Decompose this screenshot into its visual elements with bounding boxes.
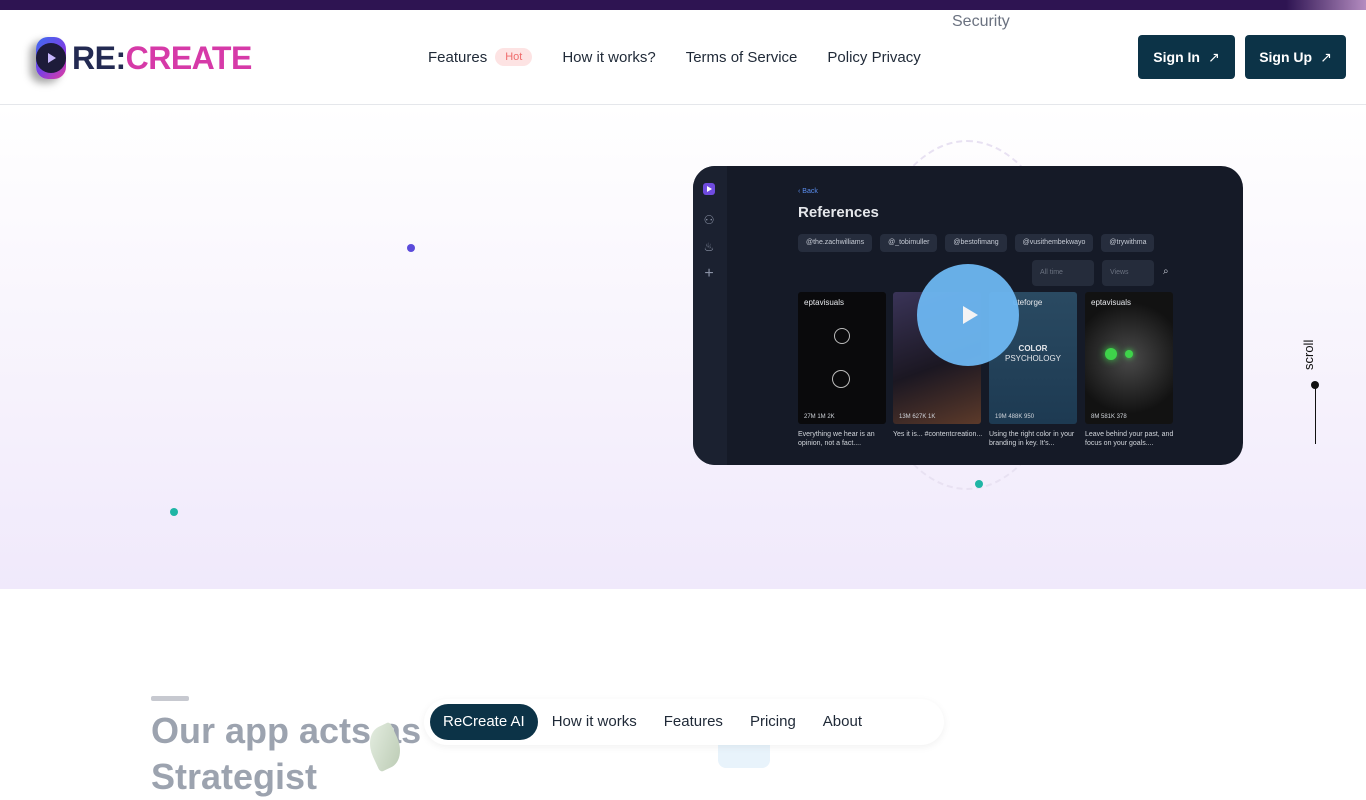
- floating-bottom-nav: ReCreate AI How it works Features Pricin…: [424, 699, 944, 745]
- card-caption: Using the right color in your branding i…: [989, 431, 1075, 447]
- bottom-nav-pricing[interactable]: Pricing: [737, 704, 809, 740]
- security-link[interactable]: Security: [952, 13, 1010, 31]
- card-caption: Leave behind your past, and focus on you…: [1085, 431, 1174, 447]
- sign-in-button[interactable]: Sign In ↗: [1138, 35, 1235, 79]
- section-accent-bar: [151, 696, 189, 701]
- decor-dot-teal: [170, 508, 178, 516]
- nav-terms-of-service[interactable]: Terms of Service: [686, 49, 798, 66]
- back-link: ‹ Back: [798, 188, 818, 195]
- logo-play-icon: [36, 37, 66, 79]
- app-logo-icon: [702, 182, 716, 196]
- sign-up-label: Sign Up: [1259, 49, 1313, 65]
- video-card: eptavisuals 8M 581K 378: [1085, 292, 1173, 424]
- arrow-up-right-icon: ↗: [1207, 48, 1220, 65]
- card-handle: eptavisuals: [804, 298, 845, 307]
- card-caption: Everything we hear is an opinion, not a …: [798, 431, 875, 447]
- card-stats: 19M 488K 950: [995, 414, 1035, 420]
- nav-features[interactable]: Features Hot: [428, 48, 533, 66]
- arrow-up-right-icon: ↗: [1320, 48, 1332, 65]
- main-nav: Features Hot How it works? Terms of Serv…: [428, 48, 951, 66]
- users-icon: ⚇: [703, 213, 715, 227]
- decor-dot-teal-ring: [975, 480, 983, 488]
- filter-select-views: Views: [1102, 260, 1154, 286]
- references-title: References: [798, 204, 879, 221]
- site-header: Security RE:CREATE Features Hot How it w…: [0, 10, 1366, 105]
- chip: @bestofimang: [945, 234, 1007, 252]
- hot-badge: Hot: [495, 48, 533, 66]
- play-icon: [962, 306, 978, 324]
- video-card: eptavisuals 27M 1M 2K: [798, 292, 886, 424]
- nav-how-it-works[interactable]: How it works?: [562, 49, 655, 66]
- app-sidebar: ⚇ ♨ +: [693, 166, 727, 465]
- bottom-nav-features[interactable]: Features: [651, 704, 736, 740]
- fire-icon: ♨: [703, 240, 715, 254]
- nav-features-label: Features: [428, 48, 488, 66]
- bottom-nav-about[interactable]: About: [810, 704, 875, 740]
- chip: @the.zachwilliams: [798, 234, 873, 252]
- top-accent-glow: [1286, 0, 1366, 10]
- chip: @trywithma: [1101, 234, 1155, 252]
- card-caption: Yes it is... #contentcreation...: [893, 431, 983, 438]
- chip: @_tobimuller: [880, 234, 938, 252]
- logo[interactable]: RE:CREATE: [36, 36, 252, 80]
- card-stats: 13M 627K 1K: [899, 414, 936, 420]
- plus-icon: +: [704, 265, 714, 282]
- reference-chips: @the.zachwilliams @_tobimuller @bestofim…: [798, 234, 1162, 252]
- bottom-nav-how-it-works[interactable]: How it works: [539, 704, 650, 740]
- logo-wordmark: RE:CREATE: [72, 39, 252, 76]
- card-stats: 8M 581K 378: [1091, 414, 1127, 420]
- play-button[interactable]: [917, 264, 1019, 366]
- sign-in-label: Sign In: [1153, 49, 1200, 65]
- card-art-text: PSYCHOLOGY: [1004, 354, 1061, 363]
- scroll-line: [1315, 386, 1316, 444]
- decor-dot-purple: [407, 244, 415, 252]
- nav-policy-privacy[interactable]: Policy Privacy: [827, 49, 920, 66]
- card-handle: eptavisuals: [1091, 298, 1132, 307]
- chip: @vusithembekwayo: [1014, 234, 1094, 252]
- bottom-nav-recreate-ai[interactable]: ReCreate AI: [430, 704, 538, 740]
- search-icon: ⌕: [1163, 266, 1169, 277]
- scroll-label: scroll: [1301, 339, 1316, 370]
- top-accent-bar: [0, 0, 1366, 10]
- filter-select-time: All time: [1032, 260, 1094, 286]
- sign-up-button[interactable]: Sign Up ↗: [1245, 35, 1346, 79]
- card-stats: 27M 1M 2K: [804, 414, 835, 420]
